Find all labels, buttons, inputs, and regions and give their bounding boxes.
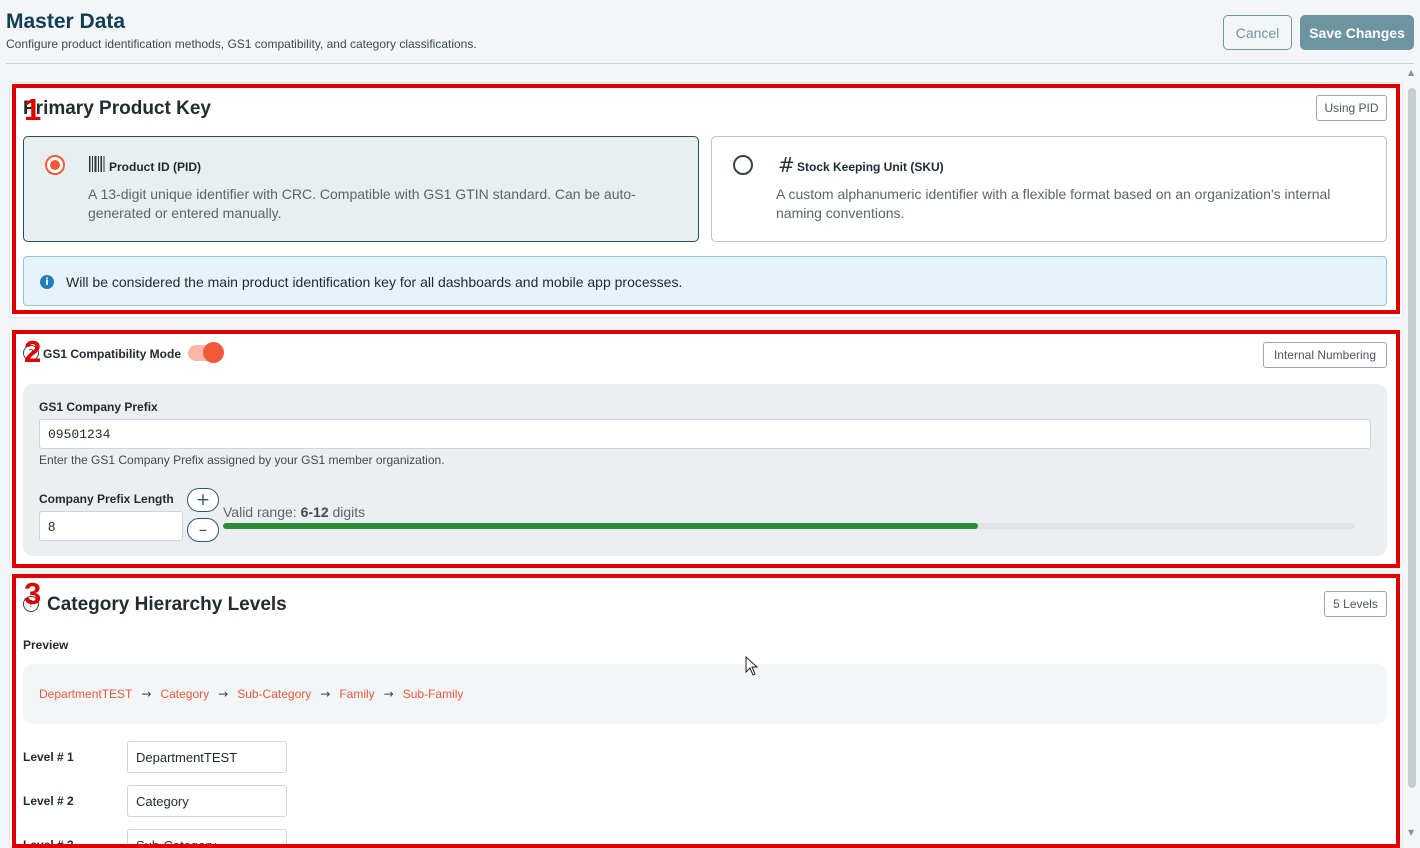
level-3-label: Level # 3 bbox=[23, 838, 74, 848]
sku-option-title: Stock Keeping Unit (SKU) bbox=[797, 160, 944, 174]
preview-level-3: Sub-Category bbox=[237, 687, 312, 701]
pid-option-description: A 13-digit unique identifier with CRC. C… bbox=[88, 186, 636, 221]
arrow-right-icon: → bbox=[320, 687, 331, 701]
gs1-prefix-input[interactable]: 09501234 bbox=[39, 419, 1371, 449]
preview-level-2: Category bbox=[160, 687, 210, 701]
hash-icon: # bbox=[778, 153, 795, 177]
info-box: i Will be considered the main product id… bbox=[23, 256, 1387, 306]
cancel-button[interactable]: Cancel bbox=[1223, 15, 1292, 50]
preview-label: Preview bbox=[23, 638, 69, 652]
level-2-input[interactable]: Category bbox=[127, 785, 287, 817]
increment-button[interactable]: + bbox=[187, 488, 219, 512]
primary-key-title: Primary Product Key bbox=[23, 98, 211, 119]
range-prefix: Valid range: bbox=[223, 504, 297, 520]
range-suffix: digits bbox=[332, 504, 366, 520]
prefix-length-input[interactable]: 8 bbox=[39, 511, 183, 541]
prefix-length-progress bbox=[223, 523, 1355, 529]
gs1-mode-label: GS1 Compatibility Mode bbox=[43, 347, 182, 361]
info-icon: i bbox=[40, 275, 54, 289]
page-subtitle: Configure product identification methods… bbox=[6, 37, 477, 51]
scroll-down-icon[interactable]: ▼ bbox=[1408, 828, 1414, 837]
preview-level-4: Family bbox=[339, 687, 375, 701]
level-3-input[interactable]: Sub-Category bbox=[127, 829, 287, 848]
annotation-marker-2: 2 bbox=[24, 334, 42, 369]
barcode-icon bbox=[89, 154, 105, 178]
gs1-prefix-hint: Enter the GS1 Company Prefix assigned by… bbox=[39, 453, 445, 467]
internal-numbering-badge: Internal Numbering bbox=[1263, 342, 1387, 368]
sku-option-description: A custom alphanumeric identifier with a … bbox=[776, 186, 1331, 221]
valid-range-text: Valid range: 6-12 digits bbox=[223, 504, 365, 520]
level-1-input[interactable]: DepartmentTEST bbox=[127, 741, 287, 773]
levels-count-badge: 5 Levels bbox=[1324, 591, 1387, 617]
gs1-settings-panel bbox=[23, 384, 1387, 556]
gs1-prefix-label: GS1 Company Prefix bbox=[39, 400, 158, 414]
sku-radio[interactable] bbox=[733, 155, 753, 175]
pid-option[interactable]: Product ID (PID) A 13-digit unique ident… bbox=[23, 136, 699, 242]
save-changes-button[interactable]: Save Changes bbox=[1300, 15, 1414, 50]
scroll-thumb[interactable] bbox=[1408, 88, 1416, 788]
range-value: 6-12 bbox=[300, 504, 329, 520]
page-scrollbar[interactable]: ▲ ▼ bbox=[1404, 64, 1420, 848]
arrow-right-icon: → bbox=[141, 687, 152, 701]
sku-option[interactable]: # Stock Keeping Unit (SKU) A custom alph… bbox=[711, 136, 1387, 242]
arrow-right-icon: → bbox=[218, 687, 229, 701]
hierarchy-preview: DepartmentTEST → Category → Sub-Category… bbox=[23, 664, 1387, 724]
level-2-label: Level # 2 bbox=[23, 794, 74, 808]
arrow-right-icon: → bbox=[383, 687, 394, 701]
mouse-cursor-icon bbox=[745, 656, 759, 676]
page-header: Master Data Configure product identifica… bbox=[0, 0, 1420, 64]
info-text: Will be considered the main product iden… bbox=[66, 274, 683, 290]
gs1-mode-toggle[interactable] bbox=[188, 342, 224, 363]
preview-level-1: DepartmentTEST bbox=[39, 687, 133, 701]
prefix-length-label: Company Prefix Length bbox=[39, 492, 174, 506]
pid-radio[interactable] bbox=[45, 155, 65, 175]
annotation-marker-3: 3 bbox=[24, 576, 42, 611]
category-title: Category Hierarchy Levels bbox=[47, 594, 287, 615]
scroll-up-icon[interactable]: ▲ bbox=[1408, 68, 1414, 77]
preview-breadcrumb: DepartmentTEST → Category → Sub-Category… bbox=[39, 687, 463, 701]
page-title: Master Data bbox=[6, 10, 126, 33]
annotation-marker-1: 1 bbox=[24, 92, 42, 127]
toggle-knob bbox=[203, 342, 224, 363]
level-1-label: Level # 1 bbox=[23, 750, 74, 764]
using-pid-badge: Using PID bbox=[1316, 95, 1387, 121]
preview-level-5: Sub-Family bbox=[402, 687, 464, 701]
header-divider bbox=[6, 63, 1414, 64]
pid-option-title: Product ID (PID) bbox=[109, 160, 201, 174]
progress-fill bbox=[223, 523, 979, 529]
decrement-button[interactable]: – bbox=[187, 518, 219, 542]
